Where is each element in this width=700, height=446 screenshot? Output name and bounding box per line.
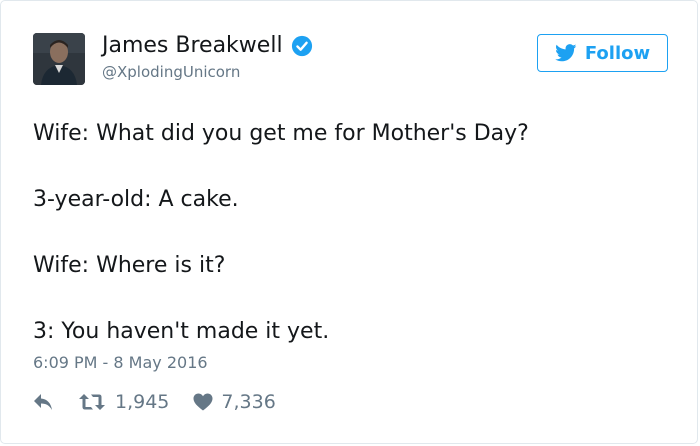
avatar-photo bbox=[33, 33, 85, 85]
reply-icon bbox=[34, 394, 52, 410]
tweet-line: 3: You haven't made it yet. bbox=[33, 319, 330, 344]
heart-icon bbox=[193, 393, 213, 411]
like-button[interactable]: 7,336 bbox=[193, 391, 276, 413]
retweet-icon bbox=[79, 394, 105, 410]
author-handle[interactable]: @XplodingUnicorn bbox=[102, 63, 240, 81]
author-name[interactable]: James Breakwell bbox=[102, 33, 283, 58]
follow-button[interactable]: Follow bbox=[537, 34, 668, 72]
like-count: 7,336 bbox=[221, 391, 276, 413]
tweet-card: James Breakwell @XplodingUnicorn Follow … bbox=[0, 0, 698, 444]
follow-label: Follow bbox=[584, 42, 651, 64]
reply-button[interactable] bbox=[33, 393, 53, 411]
tweet-line: Wife: What did you get me for Mother's D… bbox=[33, 121, 529, 146]
tweet-timestamp[interactable]: 6:09 PM - 8 May 2016 bbox=[33, 353, 208, 372]
avatar[interactable] bbox=[33, 33, 85, 85]
retweet-count: 1,945 bbox=[115, 391, 170, 413]
tweet-text: Wife: What did you get me for Mother's D… bbox=[33, 119, 673, 347]
author-name-row[interactable]: James Breakwell bbox=[102, 33, 313, 58]
tweet-line: 3-year-old: A cake. bbox=[33, 187, 239, 212]
verified-badge-icon bbox=[291, 35, 312, 56]
tweet-actions: 1,945 7,336 bbox=[33, 391, 276, 413]
retweet-button[interactable]: 1,945 bbox=[79, 391, 169, 413]
tweet-line: Wife: Where is it? bbox=[33, 253, 226, 278]
twitter-bird-icon bbox=[554, 44, 577, 62]
